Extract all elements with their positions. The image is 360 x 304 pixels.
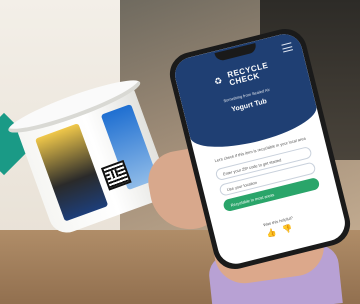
photo-scene: ♻ RECYCLE CHECK Something from Sealed Ai… (0, 0, 360, 304)
recycle-leaf-icon: ♻ (213, 75, 224, 88)
logo-text: RECYCLE CHECK (226, 60, 271, 87)
menu-icon[interactable] (281, 42, 294, 53)
phone-notch (214, 43, 258, 62)
